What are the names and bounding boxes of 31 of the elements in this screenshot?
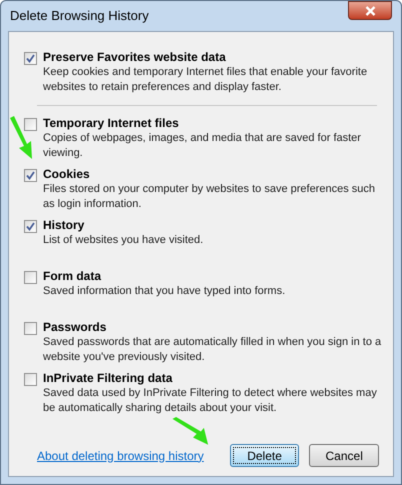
option-label: Form data xyxy=(43,269,102,284)
option-label: Passwords xyxy=(43,320,108,335)
check-icon xyxy=(26,171,35,180)
checkbox[interactable] xyxy=(24,220,37,233)
option-label: InPrivate Filtering data xyxy=(43,371,174,386)
option-description: List of websites you have visited. xyxy=(43,233,204,248)
option-label: History xyxy=(43,218,86,233)
option-description: Keep cookies and temporary Internet files that enable your favorite websites to retain preferences and display faster. xyxy=(43,65,368,95)
checkbox[interactable] xyxy=(24,271,37,284)
checkbox[interactable] xyxy=(24,169,37,182)
option-description: Saved data used by InPrivate Filtering to detect where websites may be automatically sharing details about your visit. xyxy=(43,386,378,416)
option-description: Saved passwords that are automatically filled in when you sign in to a website you've previously visited. xyxy=(43,335,382,365)
help-link[interactable]: About deleting browsing history xyxy=(37,446,204,464)
checkbox[interactable] xyxy=(24,373,37,386)
close-icon xyxy=(364,6,376,16)
option-label: Cookies xyxy=(43,167,91,182)
option-description: Copies of webpages, images, and media that are saved for faster viewing. xyxy=(43,131,362,161)
delete-button[interactable]: Delete xyxy=(230,444,300,467)
option-description: Saved information that you have typed into forms. xyxy=(43,284,286,299)
checkbox[interactable] xyxy=(24,118,37,131)
checkbox[interactable] xyxy=(24,52,37,65)
check-icon xyxy=(26,222,35,231)
window-title: Delete Browsing History xyxy=(9,7,149,26)
cancel-button[interactable]: Cancel xyxy=(309,444,379,467)
option-description: Files stored on your computer by websites to save preferences such as login information. xyxy=(43,182,376,212)
check-icon xyxy=(26,54,35,63)
close-button[interactable] xyxy=(348,1,392,20)
checkbox[interactable] xyxy=(24,322,37,335)
pointer-arrow xyxy=(8,116,34,160)
option-label: Preserve Favorites website data xyxy=(43,50,227,65)
option-label: Temporary Internet files xyxy=(43,116,180,131)
